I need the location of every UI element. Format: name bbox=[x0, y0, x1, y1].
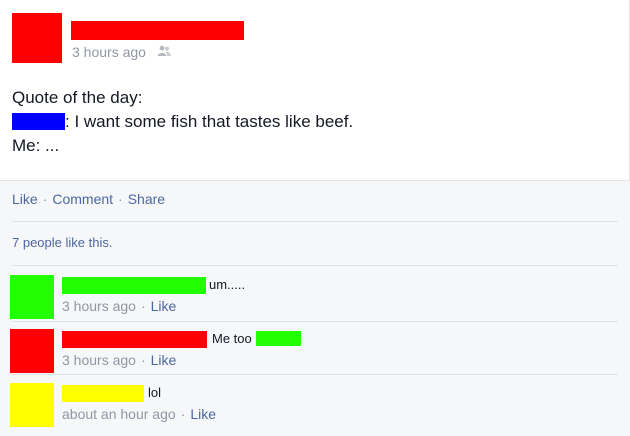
comment-meta: 3 hours ago · Like bbox=[62, 352, 176, 368]
comment-button[interactable]: Comment bbox=[52, 191, 113, 207]
separator: · bbox=[42, 191, 48, 207]
post-message: Quote of the day: : I want some fish tha… bbox=[12, 86, 612, 158]
comment-meta: about an hour ago · Like bbox=[62, 406, 216, 422]
divider bbox=[12, 374, 618, 375]
comment-timestamp[interactable]: 3 hours ago bbox=[62, 352, 136, 368]
separator: · bbox=[140, 298, 146, 314]
commenter-avatar[interactable] bbox=[10, 275, 54, 319]
post-line-3: Me: ... bbox=[12, 136, 60, 155]
separator: · bbox=[180, 406, 186, 422]
post-line-2-text: : I want some fish that tastes like beef… bbox=[65, 112, 354, 131]
comment-meta: 3 hours ago · Like bbox=[62, 298, 176, 314]
like-button[interactable]: Like bbox=[12, 191, 38, 207]
likes-count-link[interactable]: 7 people like this. bbox=[12, 235, 112, 250]
post-line-1: Quote of the day: bbox=[12, 88, 143, 107]
comment-text: um..... bbox=[209, 277, 246, 292]
commenter-avatar[interactable] bbox=[10, 329, 54, 373]
separator: · bbox=[118, 191, 123, 207]
comment-like-button[interactable]: Like bbox=[190, 406, 216, 422]
separator: · bbox=[140, 352, 146, 368]
divider bbox=[12, 221, 618, 222]
action-bar: Like · Comment · Share bbox=[12, 191, 165, 207]
feed-post: 3 hours ago Quote of the day: : I want s… bbox=[0, 0, 630, 436]
comment-timestamp[interactable]: about an hour ago bbox=[62, 406, 176, 422]
author-name-redacted[interactable] bbox=[71, 21, 244, 40]
comment-item: um..... 3 hours ago · Like bbox=[0, 275, 630, 325]
comment-text-wrap: Me too bbox=[212, 330, 301, 347]
author-avatar[interactable] bbox=[12, 13, 62, 63]
friends-icon[interactable] bbox=[157, 45, 171, 57]
commenter-name-redacted[interactable] bbox=[62, 385, 144, 402]
post-line-2: : I want some fish that tastes like beef… bbox=[12, 110, 612, 134]
comment-item: lol about an hour ago · Like bbox=[0, 383, 630, 433]
commenter-name-redacted[interactable] bbox=[62, 331, 207, 348]
comment-like-button[interactable]: Like bbox=[151, 298, 177, 314]
mentioned-name-redacted[interactable] bbox=[255, 331, 301, 346]
divider bbox=[12, 265, 618, 266]
commenter-avatar[interactable] bbox=[10, 383, 54, 427]
post-timestamp[interactable]: 3 hours ago bbox=[72, 44, 146, 60]
share-button[interactable]: Share bbox=[128, 191, 165, 207]
commenter-name-redacted[interactable] bbox=[62, 277, 206, 294]
comment-text: lol bbox=[148, 385, 162, 400]
comment-item: Me too 3 hours ago · Like bbox=[0, 329, 630, 379]
quoted-person-redacted[interactable] bbox=[12, 113, 65, 130]
comment-text: Me too bbox=[212, 331, 252, 346]
comment-like-button[interactable]: Like bbox=[151, 352, 177, 368]
comment-timestamp[interactable]: 3 hours ago bbox=[62, 298, 136, 314]
divider bbox=[12, 321, 618, 322]
